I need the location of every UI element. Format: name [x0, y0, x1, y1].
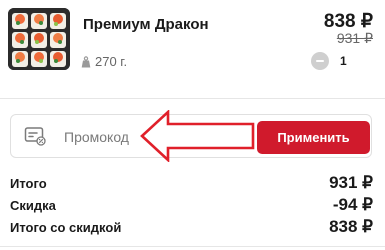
product-weight: 270 г.	[81, 54, 127, 69]
total-value: 931 ₽	[329, 173, 373, 192]
discount-label: Скидка	[10, 198, 56, 213]
coupon-icon	[24, 127, 46, 146]
product-image	[8, 8, 70, 70]
divider	[0, 98, 385, 99]
weight-value: 270 г.	[95, 54, 128, 69]
final-total-label: Итого со скидкой	[10, 220, 122, 235]
price-old: 931 ₽	[336, 30, 373, 46]
quantity-value: 1	[340, 54, 347, 68]
apply-promo-button[interactable]: Применить	[257, 121, 370, 154]
weight-icon	[81, 55, 91, 67]
quantity-decrease-button[interactable]	[311, 52, 329, 70]
bottom-divider	[0, 246, 385, 247]
discount-value: -94 ₽	[332, 195, 373, 214]
total-label: Итого	[10, 176, 47, 191]
product-title: Премиум Дракон	[83, 16, 209, 33]
promo-code-input[interactable]	[64, 128, 244, 146]
final-total-value: 838 ₽	[329, 217, 373, 236]
